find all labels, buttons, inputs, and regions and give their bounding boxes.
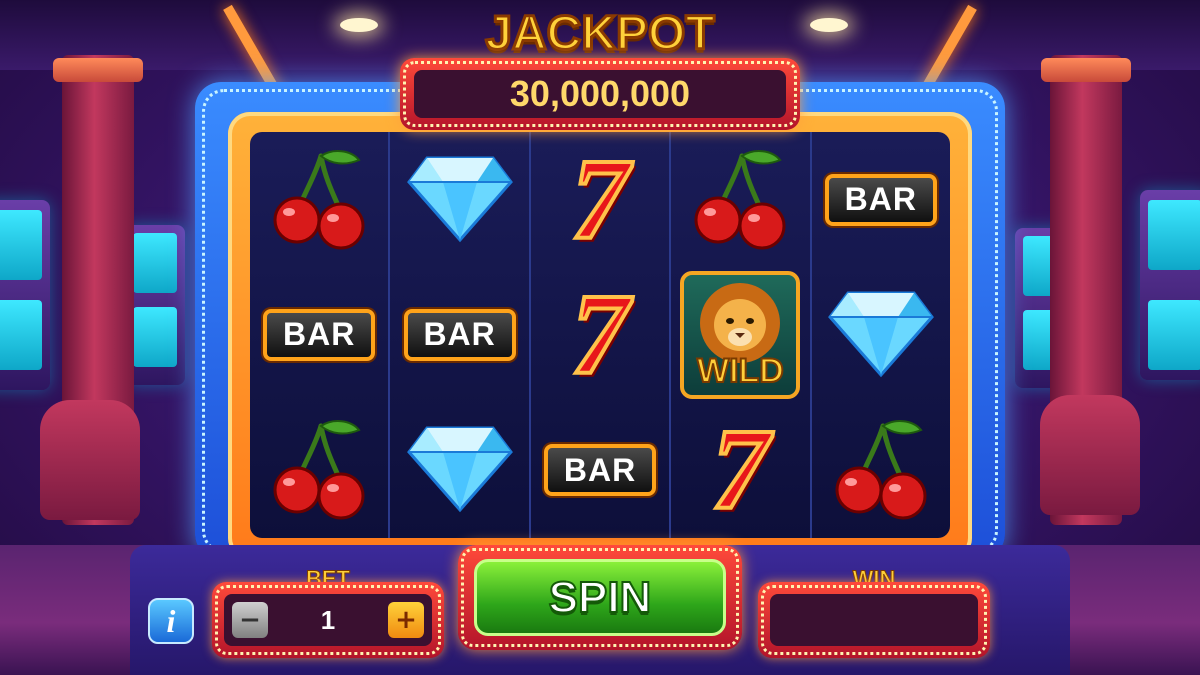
bar-symbol: BAR [263, 308, 376, 361]
reel-cell [254, 137, 384, 263]
side-slot-machine [0, 200, 50, 390]
bar-symbol: BAR [544, 444, 657, 497]
reel-cell: BAR [535, 407, 665, 533]
reel-cell [395, 407, 525, 533]
bar-symbol: BAR [824, 173, 937, 226]
diamond-icon [405, 422, 515, 518]
diamond-icon [405, 152, 515, 248]
spin-button-frame: SPIN [458, 545, 742, 650]
reel-2: BAR [390, 132, 531, 538]
bet-increase-button[interactable]: + [388, 602, 424, 638]
jackpot-amount: 30,000,000 [414, 70, 786, 118]
reel-cell [395, 137, 525, 263]
spin-button[interactable]: SPIN [474, 559, 726, 636]
bar-symbol: BAR [403, 308, 516, 361]
cherry-icon [692, 146, 788, 254]
cherry-icon [271, 146, 367, 254]
reel-cell: 7 [675, 407, 805, 533]
seven-symbol: 7 [569, 135, 631, 264]
seven-symbol: 7 [709, 406, 771, 535]
seven-symbol: 7 [569, 270, 631, 399]
jackpot-title: JACKPOT [484, 6, 716, 62]
win-value [770, 594, 978, 646]
reel-3: 7 7 BAR [531, 132, 672, 538]
reel-cell [254, 407, 384, 533]
win-panel [758, 582, 990, 658]
reel-cell [816, 407, 946, 533]
reel-cell: BAR [395, 272, 525, 398]
reel-5: BAR [812, 132, 950, 538]
diamond-icon [826, 287, 936, 383]
casino-chair [40, 400, 140, 520]
side-slot-machine [1140, 190, 1200, 380]
reel-cell: BAR [254, 272, 384, 398]
pillar-cap [53, 58, 143, 82]
reel-4: WILD 7 [671, 132, 812, 538]
reel-1: BAR [250, 132, 391, 538]
info-button[interactable]: i [148, 598, 194, 644]
bet-decrease-button[interactable]: − [232, 602, 268, 638]
side-slot-machine [125, 225, 185, 385]
reel-cell: BAR [816, 137, 946, 263]
reel-cell: 7 [535, 137, 665, 263]
reel-cell: 7 [535, 272, 665, 398]
pillar-cap [1041, 58, 1131, 82]
bet-value: 1 [320, 605, 336, 635]
casino-chair [1040, 395, 1140, 515]
reel-cell [675, 137, 805, 263]
wild-label: WILD [696, 351, 785, 391]
jackpot-display: 30,000,000 [400, 58, 800, 130]
reel-cell: WILD [675, 270, 805, 399]
reel-cell [816, 272, 946, 398]
bet-panel: − 1 + [212, 582, 444, 658]
cherry-icon [271, 416, 367, 524]
cherry-icon [833, 416, 929, 524]
reel-window: BAR BAR 7 7 BAR WILD 7 BAR [250, 132, 950, 538]
wild-lion-symbol: WILD [680, 270, 801, 399]
